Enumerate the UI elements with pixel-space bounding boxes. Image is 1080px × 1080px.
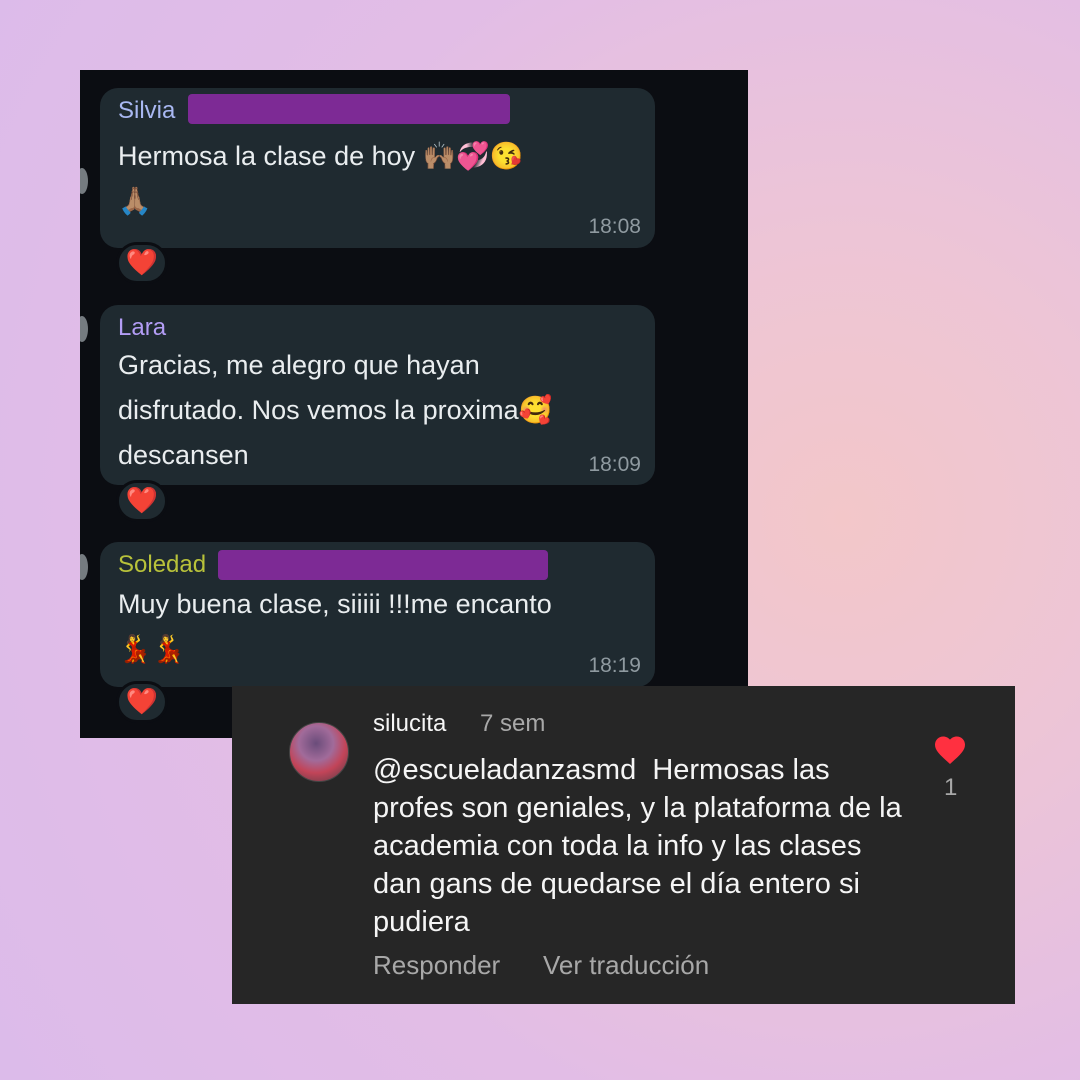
sender-name: Soledad xyxy=(118,551,207,578)
avatar xyxy=(80,554,88,580)
redaction-mark xyxy=(218,550,548,580)
heart-reaction[interactable]: ❤️ xyxy=(116,681,168,723)
message-time: 18:19 xyxy=(588,654,641,677)
avatar[interactable] xyxy=(289,722,349,782)
sender-name: Lara xyxy=(118,314,167,341)
message-text: Hermosa la clase de hoy 🙌🏽💞😘 🙏🏽 xyxy=(118,141,524,216)
message-time: 18:08 xyxy=(588,215,641,238)
chat-message[interactable]: Soledad Muy buena clase, siiiii !!!me en… xyxy=(100,542,655,687)
chat-message[interactable]: Silvia Hermosa la clase de hoy 🙌🏽💞😘 🙏🏽 1… xyxy=(100,88,655,248)
comment-time: 7 sem xyxy=(480,710,546,737)
chat-message[interactable]: Lara Gracias, me alegro que hayan disfru… xyxy=(100,305,655,485)
heart-icon: ❤️ xyxy=(125,248,159,278)
like-count: 1 xyxy=(944,774,958,801)
message-text: Muy buena clase, siiiii !!!me encanto 💃💃 xyxy=(118,589,552,664)
avatar xyxy=(80,316,88,342)
heart-icon: ❤️ xyxy=(125,687,159,717)
mention-link[interactable]: @escueladanzasmd xyxy=(373,754,636,786)
heart-reaction[interactable]: ❤️ xyxy=(116,480,168,522)
heart-icon: ❤️ xyxy=(125,486,159,516)
reply-button[interactable]: Responder xyxy=(373,950,500,981)
instagram-comment: silucita 7 sem @escueladanzasmd Hermosas… xyxy=(232,686,1015,1004)
message-time: 18:09 xyxy=(588,453,641,476)
comment-text: @escueladanzasmd Hermosas las profes son… xyxy=(373,751,913,941)
chat-screenshot: Silvia Hermosa la clase de hoy 🙌🏽💞😘 🙏🏽 1… xyxy=(80,70,748,738)
heart-icon[interactable] xyxy=(932,732,968,768)
redaction-mark xyxy=(188,94,510,124)
comment-username[interactable]: silucita xyxy=(373,710,446,738)
translate-button[interactable]: Ver traducción xyxy=(543,950,709,981)
message-text: Gracias, me alegro que hayan disfrutado.… xyxy=(118,350,553,470)
heart-reaction[interactable]: ❤️ xyxy=(116,242,168,284)
avatar xyxy=(80,168,88,194)
sender-name: Silvia xyxy=(118,97,176,124)
